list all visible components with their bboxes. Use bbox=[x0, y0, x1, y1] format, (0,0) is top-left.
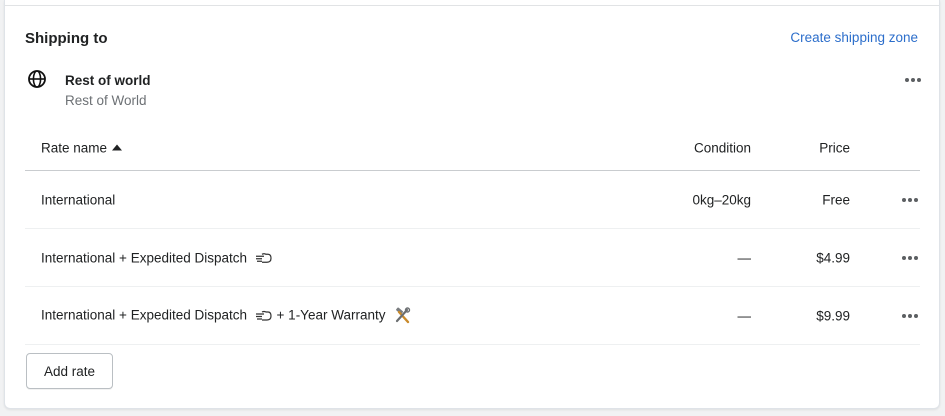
rate-name-cell: International + Expedited Dispatch bbox=[41, 250, 273, 265]
table-row: International 0kg–20kg Free bbox=[25, 171, 920, 229]
sort-ascending-icon bbox=[112, 144, 123, 151]
rate-more-actions-button[interactable] bbox=[900, 251, 920, 265]
rate-price: $4.99 bbox=[816, 250, 850, 265]
table-header: Rate name Condition Price bbox=[25, 126, 920, 171]
rate-name: International + Expedited Dispatch bbox=[41, 249, 248, 265]
rate-name: International bbox=[41, 192, 116, 207]
price-header: Price bbox=[819, 140, 850, 156]
rates-table: Rate name Condition Price International … bbox=[25, 126, 920, 345]
pointing-hand-icon bbox=[255, 310, 272, 321]
table-row: International + Expedited Dispatch — $4.… bbox=[25, 229, 920, 287]
hammer-wrench-icon bbox=[396, 306, 411, 323]
rate-name-header-label: Rate name bbox=[41, 140, 108, 156]
rate-name-suffix: + 1-Year Warranty bbox=[276, 307, 386, 323]
add-rate-button[interactable]: Add rate bbox=[26, 353, 113, 389]
rate-name-cell: International + Expedited Dispatch + 1-Y… bbox=[41, 306, 411, 325]
create-shipping-zone-link[interactable]: Create shipping zone bbox=[790, 30, 918, 45]
rate-condition: 0kg–20kg bbox=[692, 192, 751, 207]
rate-more-actions-button[interactable] bbox=[900, 309, 920, 323]
zone-more-actions-button[interactable] bbox=[903, 73, 923, 87]
shipping-zone-card: Shipping to Create shipping zone Rest of… bbox=[4, 0, 940, 409]
globe-icon bbox=[28, 70, 46, 88]
pointing-hand-icon bbox=[255, 253, 272, 263]
rate-price: $9.99 bbox=[816, 308, 850, 323]
zone-name: Rest of world bbox=[65, 73, 151, 88]
table-row: International + Expedited Dispatch + 1-Y… bbox=[25, 287, 920, 345]
zone-countries: Rest of World bbox=[65, 93, 147, 108]
rate-name: International + Expedited Dispatch bbox=[41, 307, 248, 323]
rate-condition: — bbox=[737, 250, 752, 265]
rate-price: Free bbox=[822, 192, 850, 207]
rate-condition: — bbox=[737, 308, 752, 323]
divider bbox=[5, 5, 939, 6]
condition-header: Condition bbox=[693, 140, 751, 156]
rate-name-header[interactable]: Rate name bbox=[41, 140, 123, 156]
section-title: Shipping to bbox=[25, 30, 108, 47]
rate-more-actions-button[interactable] bbox=[900, 193, 920, 207]
